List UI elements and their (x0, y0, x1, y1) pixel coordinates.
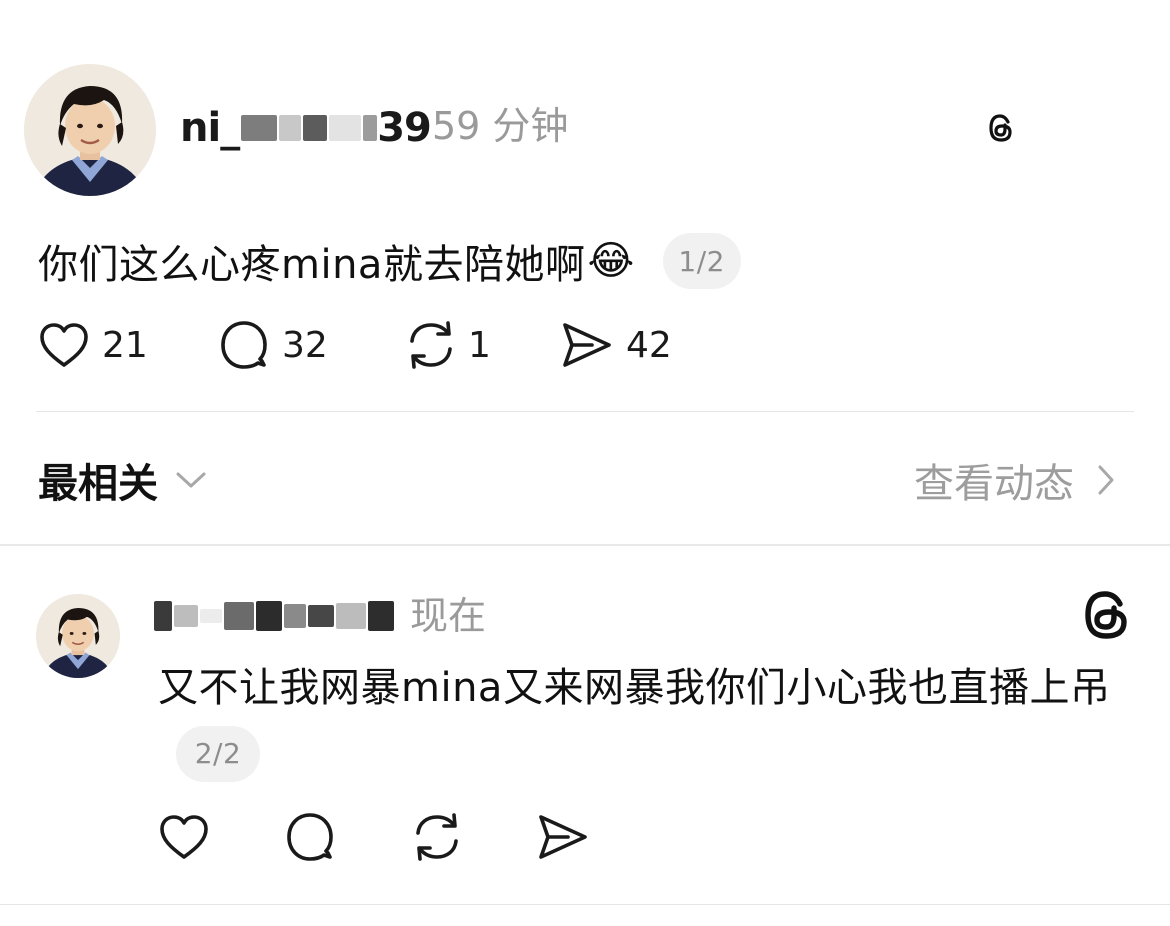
reply-body: 又不让我网暴mina又来网暴我你们小心我也直播上吊 2/2 (158, 656, 1128, 784)
post-actions: 21 32 1 42 (38, 318, 700, 372)
chevron-right-icon (1098, 465, 1114, 495)
send-icon (563, 323, 611, 367)
like-count: 21 (102, 324, 148, 366)
username-redaction (368, 601, 394, 631)
comment-count: 32 (282, 324, 328, 366)
send-icon (539, 815, 587, 859)
heart-icon (160, 815, 208, 859)
post-body: 你们这么心疼mina就去陪她啊 😂 1/2 (38, 232, 741, 290)
username-redaction (174, 605, 198, 627)
section-divider (0, 544, 1170, 546)
share-button[interactable]: 42 (560, 320, 700, 370)
username-redaction (224, 602, 254, 630)
page-indicator: 2/2 (176, 726, 260, 782)
username-redaction (363, 115, 378, 141)
page-indicator: 1/2 (662, 233, 741, 289)
repost-icon (416, 813, 458, 861)
comment-icon (287, 813, 333, 861)
laughing-emoji: 😂 (587, 238, 635, 284)
repost-count: 1 (468, 324, 491, 366)
username-visible-end: 39 (377, 105, 432, 151)
post-divider (36, 411, 1134, 412)
heart-icon (40, 323, 88, 367)
reply-actions (158, 810, 616, 864)
share-count: 42 (626, 324, 672, 366)
threads-logo-icon (989, 114, 1012, 142)
like-button[interactable] (158, 813, 284, 861)
sort-label: 最相关 (38, 461, 158, 507)
username-redaction (154, 601, 172, 631)
post-time: 59 分钟 (432, 104, 569, 148)
like-button[interactable]: 21 (38, 321, 218, 369)
view-activity-label: 查看动态 (914, 461, 1074, 507)
comment-icon (221, 321, 267, 369)
threads-logo-icon (1085, 591, 1127, 639)
username-redaction (279, 115, 302, 141)
post-text: 你们这么心疼mina就去陪她啊 (38, 242, 586, 288)
repost-button[interactable]: 1 (404, 319, 560, 371)
username-redaction (256, 601, 282, 631)
reply-text: 又不让我网暴mina又来网暴我你们小心我也直播上吊 (158, 665, 1111, 711)
repost-icon (410, 321, 452, 369)
share-button[interactable] (536, 812, 616, 862)
avatar-image (36, 594, 120, 678)
comment-button[interactable]: 32 (218, 319, 404, 371)
avatar-image (24, 64, 156, 196)
threads-brand (988, 108, 1018, 148)
repost-button[interactable] (410, 811, 536, 863)
reply-author-username[interactable] (152, 596, 394, 636)
username-redaction (241, 115, 278, 141)
reply-time: 现在 (410, 594, 487, 638)
reply-divider (0, 904, 1170, 905)
threads-logo (1080, 588, 1132, 646)
username-redaction (200, 609, 222, 623)
username-redaction (308, 605, 334, 627)
username-visible-start: ni_ (180, 105, 240, 151)
username-redaction (336, 603, 366, 629)
username-redaction (303, 115, 328, 141)
sort-dropdown[interactable]: 最相关 (38, 452, 208, 508)
comment-button[interactable] (284, 811, 410, 863)
view-activity-link[interactable]: 查看动态 (914, 452, 1116, 508)
author-username[interactable]: ni_ 39 (180, 104, 432, 152)
author-avatar[interactable] (24, 64, 156, 196)
username-redaction (284, 604, 306, 628)
chevron-down-icon (176, 472, 206, 488)
reply-author-avatar[interactable] (36, 594, 120, 678)
username-redaction (329, 115, 362, 141)
